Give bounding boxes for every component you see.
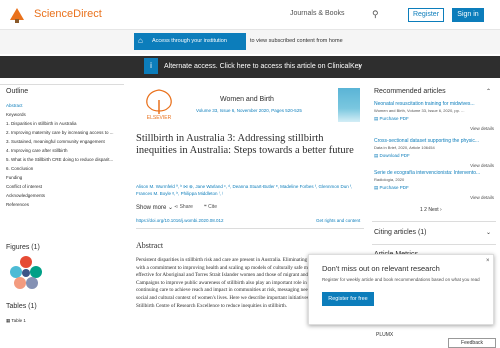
figure-thumbnail[interactable] xyxy=(6,254,46,290)
popup-heading: Don't miss out on relevant research xyxy=(322,264,440,273)
access-description: to view subscribed content from home xyxy=(250,38,343,44)
journals-books-link[interactable]: Journals & Books xyxy=(290,10,344,17)
abstract-heading: Abstract xyxy=(136,241,164,250)
pdf-link[interactable]: ▤ Download PDF xyxy=(374,153,494,159)
pdf-label: Purchase PDF xyxy=(379,116,409,121)
cite-button[interactable]: ❝ Cite xyxy=(204,204,217,210)
recommended-pager[interactable]: 1 2 Next › xyxy=(420,207,442,213)
outline-item[interactable]: 5. What is the Stillbirth CRE doing to r… xyxy=(6,157,126,162)
recommended-meta: Data in Brief, 2020, Article 106454 xyxy=(374,145,435,150)
recommended-item[interactable]: Cross-sectional dataset supporting the p… xyxy=(374,138,494,168)
pdf-label: Purchase PDF xyxy=(379,185,409,190)
popup-body: Register for weekly article and book rec… xyxy=(322,277,480,282)
author-list[interactable]: Alison M. Wurmfeld ª, ᵇ ⋈ ⊗, Jane Warlan… xyxy=(136,184,361,197)
expand-chevron-icon[interactable]: ⌄ xyxy=(486,229,491,236)
register-free-button[interactable]: Register for free xyxy=(322,292,374,306)
pdf-link[interactable]: ▤ Purchase PDF xyxy=(374,185,494,191)
recommended-title[interactable]: Serie de ecografía intervencionista: Int… xyxy=(374,170,494,176)
recommended-item[interactable]: Neonatal resuscitation training for midw… xyxy=(374,101,494,131)
signin-button[interactable]: Sign in xyxy=(452,8,484,22)
tables-heading[interactable]: Tables (1) xyxy=(6,303,37,310)
elsevier-tree-logo-icon: ELSEVIER xyxy=(136,86,182,120)
info-icon: i xyxy=(144,58,158,74)
outline-item[interactable]: 2. Improving maternity care by increasin… xyxy=(6,130,126,135)
elsevier-logo-icon[interactable] xyxy=(6,6,28,24)
view-details-link[interactable]: View details xyxy=(470,126,494,131)
outline-item[interactable]: Acknowledgements xyxy=(6,193,126,198)
rights-link[interactable]: Get rights and content xyxy=(316,218,360,223)
view-details-link[interactable]: View details xyxy=(470,163,494,168)
outline-item[interactable]: Conflict of interest xyxy=(6,184,126,189)
search-icon[interactable]: ⚲ xyxy=(372,9,379,20)
outline-item[interactable]: References xyxy=(6,202,126,207)
institution-icon: ⌂ xyxy=(138,36,143,45)
divider xyxy=(0,84,124,85)
share-button[interactable]: ⋖ Share xyxy=(174,204,193,210)
divider xyxy=(372,221,496,222)
show-more-button[interactable]: Show more ⌄ xyxy=(136,204,173,211)
outline-item[interactable]: 4. Improving care after stillbirth xyxy=(6,148,126,153)
svg-text:ELSEVIER: ELSEVIER xyxy=(147,115,172,120)
recommended-meta: Radiología, 2020 xyxy=(374,177,405,182)
banner-chevron-icon[interactable]: › xyxy=(358,60,361,70)
feedback-button[interactable]: Feedback xyxy=(448,338,496,348)
doi-link[interactable]: https://doi.org/10.1016/j.wombi.2020.08.… xyxy=(136,218,224,223)
table-1-link[interactable]: ▦ Table 1 xyxy=(6,318,26,324)
collapse-chevron-icon[interactable]: ⌃ xyxy=(486,88,491,95)
outline-item[interactable]: 1. Disparities in stillbirth in Australi… xyxy=(6,121,126,126)
alternate-access-link[interactable]: Alternate access. Click here to access t… xyxy=(164,63,362,70)
divider xyxy=(372,244,496,245)
brand-name[interactable]: ScienceDirect xyxy=(34,8,102,20)
figures-heading[interactable]: Figures (1) xyxy=(6,244,40,251)
pdf-link[interactable]: ▤ Purchase PDF xyxy=(374,116,494,122)
plumx-logo[interactable]: PLUMX xyxy=(376,332,393,338)
outline-item[interactable]: Abstract xyxy=(6,103,126,108)
institution-access-label: Access through your institution xyxy=(152,38,227,44)
pdf-label: Download PDF xyxy=(379,153,410,158)
journal-name[interactable]: Women and Birth xyxy=(220,96,274,103)
citing-heading[interactable]: Citing articles (1) xyxy=(374,229,427,236)
table-1-label: Table 1 xyxy=(11,318,26,323)
recommended-title[interactable]: Cross-sectional dataset supporting the p… xyxy=(374,138,494,144)
volume-info[interactable]: Volume 33, Issue 6, November 2020, Pages… xyxy=(196,108,302,113)
outline-heading: Outline xyxy=(6,88,29,95)
outline-item[interactable]: Funding xyxy=(6,175,126,180)
outline-item[interactable]: Keywords xyxy=(6,112,126,117)
close-icon[interactable]: × xyxy=(486,258,490,264)
article-title: Stillbirth in Australia 3: Addressing st… xyxy=(136,133,354,156)
recommended-meta: Women and Birth, Volume 33, Issue 6, 202… xyxy=(374,108,465,113)
journal-cover[interactable] xyxy=(338,88,360,122)
recommended-item[interactable]: Serie de ecografía intervencionista: Int… xyxy=(374,170,494,200)
divider xyxy=(136,228,364,229)
outline-item[interactable]: 6. Conclusion xyxy=(6,166,126,171)
recommended-heading: Recommended articles xyxy=(374,88,446,95)
view-details-link[interactable]: View details xyxy=(470,195,494,200)
recommended-title[interactable]: Neonatal resuscitation training for midw… xyxy=(374,101,494,107)
register-button[interactable]: Register xyxy=(408,8,444,22)
outline-item[interactable]: 3. Sustained, meaningful community engag… xyxy=(6,139,126,144)
